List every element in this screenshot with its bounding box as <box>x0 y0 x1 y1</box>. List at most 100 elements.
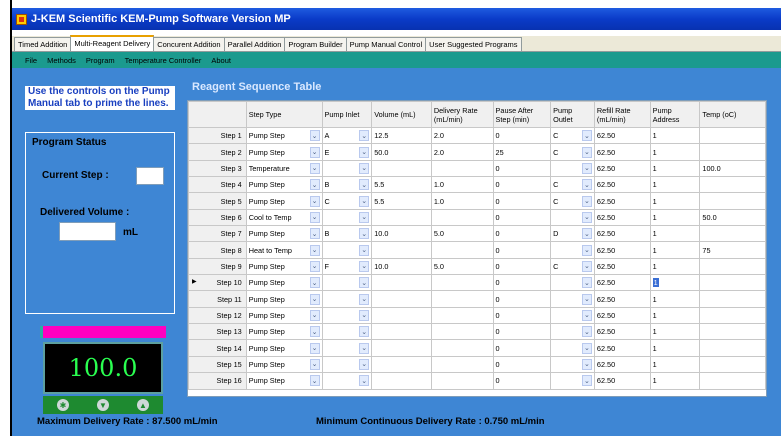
cell-rate[interactable] <box>430 339 494 357</box>
cell-type[interactable]: Pump Step ⌄ <box>245 257 323 276</box>
row-header[interactable]: Step 11 <box>188 290 247 308</box>
cell-refill[interactable]: 62.50 <box>593 176 651 194</box>
cell-inlet[interactable]: A ⌄ <box>321 126 373 145</box>
cell-type[interactable]: Pump Step ⌄ <box>245 274 323 292</box>
chevron-down-icon[interactable]: ⌄ <box>581 326 592 338</box>
cell-address[interactable]: 1 <box>649 241 701 259</box>
cell-pause[interactable]: 0 <box>492 192 552 210</box>
chevron-down-icon[interactable]: ⌄ <box>359 130 370 142</box>
cell-rate[interactable]: 5.0 <box>430 257 494 276</box>
chevron-down-icon[interactable]: ⌄ <box>581 228 592 240</box>
chevron-down-icon[interactable]: ⌄ <box>359 358 370 370</box>
cell-rate[interactable]: 2.0 <box>430 143 494 161</box>
cell-temp[interactable]: 75 <box>699 241 766 259</box>
cell-refill[interactable]: 62.50 <box>593 241 651 259</box>
cell-inlet[interactable]: ⌄ <box>321 241 373 259</box>
cell-type[interactable]: Pump Step ⌄ <box>245 225 323 243</box>
chevron-down-icon[interactable]: ⌄ <box>309 244 320 256</box>
table-row[interactable]: Step 16 Pump Step ⌄ ⌄ 0 ⌄ 62.50 1 <box>188 372 766 390</box>
cell-inlet[interactable]: B ⌄ <box>321 225 373 243</box>
cell-refill[interactable]: 62.50 <box>593 192 651 210</box>
row-header[interactable]: Step 6 <box>188 208 247 227</box>
cell-outlet[interactable]: C ⌄ <box>550 257 595 276</box>
table-row[interactable]: Step 11 Pump Step ⌄ ⌄ 0 ⌄ 62.50 1 <box>188 290 766 308</box>
chevron-down-icon[interactable]: ⌄ <box>581 146 592 158</box>
cell-pause[interactable]: 0 <box>492 176 552 194</box>
cell-type[interactable]: Pump Step ⌄ <box>245 355 323 374</box>
chevron-down-icon[interactable]: ⌄ <box>309 342 320 354</box>
cell-inlet[interactable]: C ⌄ <box>321 192 373 210</box>
table-row[interactable]: Step 5 Pump Step ⌄ C ⌄ 5.5 1.0 0 C ⌄ 62.50 1 <box>188 192 766 210</box>
cell-refill[interactable]: 62.50 <box>593 355 651 374</box>
chevron-down-icon[interactable]: ⌄ <box>359 260 370 272</box>
cell-pause[interactable]: 0 <box>492 159 552 178</box>
row-header[interactable]: Step 2 <box>188 143 247 161</box>
cell-address[interactable]: 1 <box>649 126 701 145</box>
cell-pause[interactable]: 0 <box>492 274 552 292</box>
cell-volume[interactable]: 10.0 <box>371 225 432 243</box>
chevron-down-icon[interactable]: ⌄ <box>581 260 592 272</box>
chevron-down-icon[interactable]: ⌄ <box>581 179 592 191</box>
cell-refill[interactable]: 62.50 <box>593 257 651 276</box>
chevron-down-icon[interactable]: ⌄ <box>309 277 320 289</box>
cell-inlet[interactable]: F ⌄ <box>321 257 373 276</box>
cell-address[interactable]: 1 <box>649 257 701 276</box>
cell-temp[interactable] <box>699 225 766 243</box>
table-row[interactable]: ▶ Step 10 Pump Step ⌄ ⌄ 0 ⌄ 62.50 1 <box>188 274 766 292</box>
cell-type[interactable]: Pump Step ⌄ <box>245 192 323 210</box>
chevron-down-icon[interactable]: ⌄ <box>359 162 370 174</box>
cell-address[interactable]: 1 <box>649 323 701 341</box>
row-header[interactable]: Step 4 <box>188 176 247 194</box>
chevron-down-icon[interactable]: ⌄ <box>581 309 592 321</box>
cell-inlet[interactable]: B ⌄ <box>321 176 373 194</box>
cell-rate[interactable]: 5.0 <box>430 225 494 243</box>
cell-temp[interactable] <box>699 372 766 390</box>
chevron-down-icon[interactable]: ⌄ <box>359 195 370 207</box>
cell-outlet[interactable]: ⌄ <box>550 208 595 227</box>
cell-address[interactable]: 1 <box>649 192 701 210</box>
cell-temp[interactable] <box>699 192 766 210</box>
row-header[interactable]: Step 9 <box>188 257 247 276</box>
chevron-down-icon[interactable]: ⌄ <box>309 130 320 142</box>
cell-rate[interactable] <box>430 159 494 178</box>
table-row[interactable]: Step 12 Pump Step ⌄ ⌄ 0 ⌄ 62.50 1 <box>188 306 766 325</box>
cell-outlet[interactable]: ⌄ <box>550 274 595 292</box>
cell-rate[interactable]: 1.0 <box>430 176 494 194</box>
menu-temperature-controller[interactable]: Temperature Controller <box>125 56 202 65</box>
cell-rate[interactable] <box>430 323 494 341</box>
chevron-down-icon[interactable]: ⌄ <box>581 358 592 370</box>
cell-temp[interactable] <box>699 290 766 308</box>
cell-outlet[interactable]: ⌄ <box>550 290 595 308</box>
row-header[interactable]: Step 16 <box>188 372 247 390</box>
cell-type[interactable]: Cool to Temp ⌄ <box>245 208 323 227</box>
chevron-down-icon[interactable]: ⌄ <box>359 342 370 354</box>
table-row[interactable]: Step 3 Temperature ⌄ ⌄ 0 ⌄ 62.50 1 100.0 <box>188 159 766 178</box>
cell-inlet[interactable]: ⌄ <box>321 306 373 325</box>
row-header[interactable]: Step 12 <box>188 306 247 325</box>
cell-outlet[interactable]: ⌄ <box>550 355 595 374</box>
cell-inlet[interactable]: ⌄ <box>321 323 373 341</box>
cell-pause[interactable]: 0 <box>492 290 552 308</box>
cell-volume[interactable]: 10.0 <box>371 257 432 276</box>
chevron-down-icon[interactable]: ⌄ <box>581 195 592 207</box>
cell-volume[interactable] <box>371 355 432 374</box>
chevron-down-icon[interactable]: ⌄ <box>359 211 370 223</box>
chevron-down-icon[interactable]: ⌄ <box>309 211 320 223</box>
cell-inlet[interactable]: ⌄ <box>321 159 373 178</box>
cell-refill[interactable]: 62.50 <box>593 159 651 178</box>
row-header[interactable]: Step 7 <box>188 225 247 243</box>
table-row[interactable]: Step 15 Pump Step ⌄ ⌄ 0 ⌄ 62.50 1 <box>188 355 766 374</box>
chevron-down-icon[interactable]: ⌄ <box>581 130 592 142</box>
cell-rate[interactable] <box>430 355 494 374</box>
cell-inlet[interactable]: ⌄ <box>321 274 373 292</box>
cell-inlet[interactable]: ⌄ <box>321 372 373 390</box>
cell-volume[interactable]: 5.5 <box>371 192 432 210</box>
cell-address[interactable]: 1 <box>649 355 701 374</box>
row-header[interactable]: Step 13 <box>188 323 247 341</box>
cell-volume[interactable] <box>371 339 432 357</box>
cell-temp[interactable] <box>699 355 766 374</box>
cell-outlet[interactable]: C ⌄ <box>550 143 595 161</box>
cell-address[interactable]: 1 <box>649 159 701 178</box>
cell-temp[interactable] <box>699 176 766 194</box>
cell-inlet[interactable]: ⌄ <box>321 339 373 357</box>
